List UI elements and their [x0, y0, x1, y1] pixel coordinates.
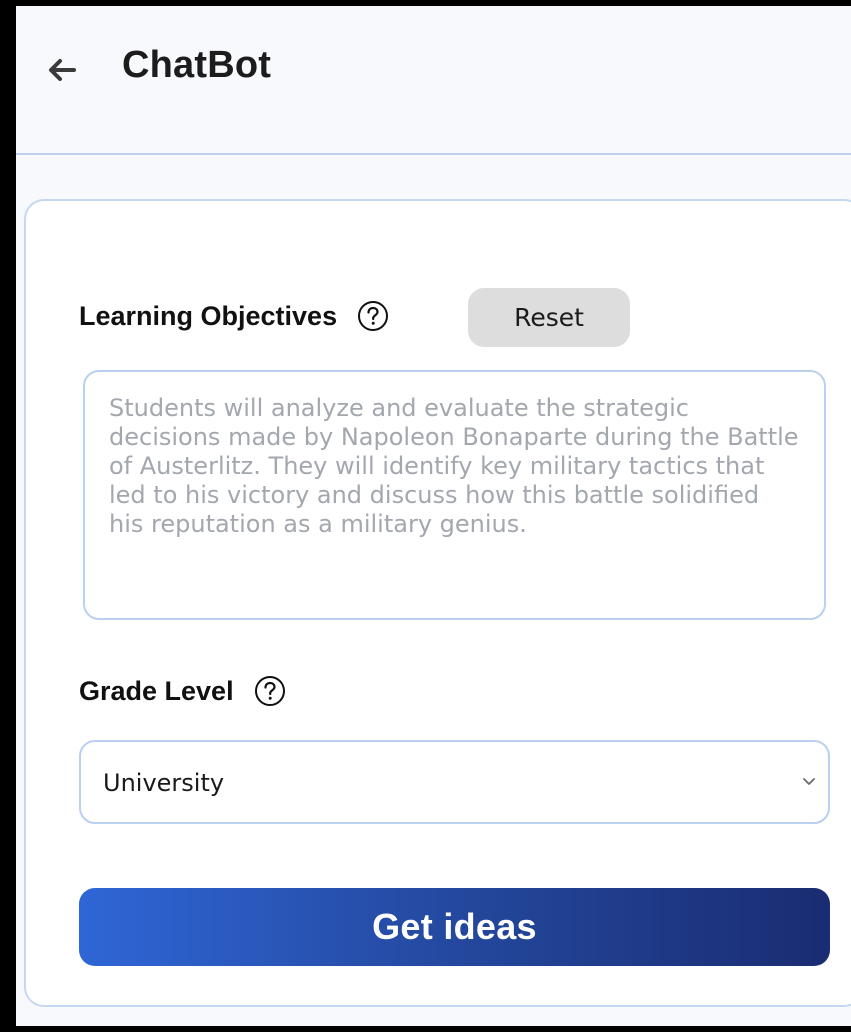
app-header: ChatBot	[16, 6, 851, 155]
grade-level-select[interactable]: University	[79, 740, 830, 824]
question-circle-icon[interactable]	[254, 675, 286, 707]
page-title: ChatBot	[122, 44, 272, 86]
learning-objectives-textarea[interactable]	[83, 370, 826, 620]
app-frame: ChatBot Learning Objectives Reset Grade …	[16, 6, 851, 1026]
grade-level-selected-value: University	[103, 769, 225, 797]
reset-button[interactable]: Reset	[468, 288, 630, 347]
chevron-down-icon	[803, 778, 815, 785]
grade-label-row: Grade Level	[79, 675, 286, 707]
arrow-left-icon	[49, 59, 76, 81]
objectives-label: Learning Objectives	[79, 300, 338, 331]
objectives-label-row: Learning Objectives	[79, 300, 389, 332]
grade-level-label: Grade Level	[79, 675, 234, 706]
form-card: Learning Objectives Reset Grade Level	[24, 199, 851, 1007]
back-button[interactable]	[44, 52, 80, 88]
get-ideas-button[interactable]: Get ideas	[79, 888, 830, 966]
question-circle-icon[interactable]	[357, 300, 389, 332]
